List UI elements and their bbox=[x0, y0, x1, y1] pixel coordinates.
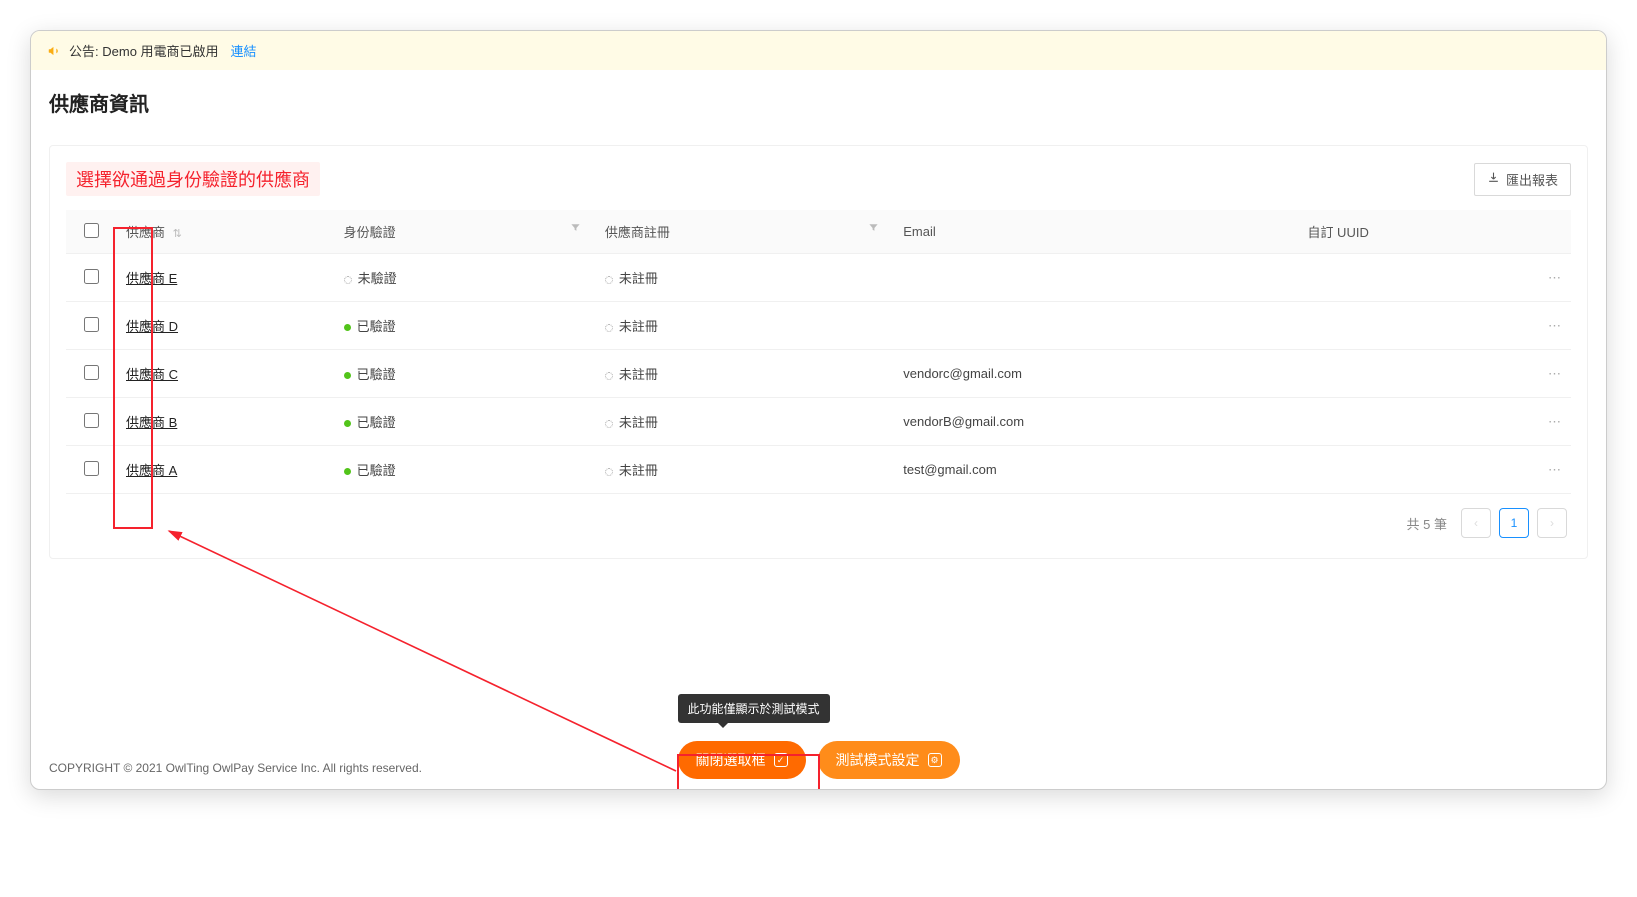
pagination-total: 共 5 筆 bbox=[1407, 514, 1447, 533]
export-report-button[interactable]: 匯出報表 bbox=[1474, 163, 1571, 196]
megaphone-icon bbox=[47, 44, 61, 58]
footer-buttons: 此功能僅顯示於測試模式 關閉選取框 ✓ 測試模式設定 ⚙ bbox=[678, 694, 960, 779]
identity-status: 已驗證 bbox=[344, 367, 396, 382]
selection-hint: 選擇欲通過身份驗證的供應商 bbox=[66, 162, 320, 196]
identity-status: 已驗證 bbox=[344, 319, 396, 334]
col-register[interactable]: 供應商註冊 bbox=[595, 210, 893, 254]
page-title: 供應商資訊 bbox=[49, 88, 1588, 117]
check-square-icon: ✓ bbox=[774, 753, 788, 767]
identity-status: 未驗證 bbox=[344, 271, 397, 286]
table-row: 供應商 C 已驗證 未註冊 vendorc@gmail.com ⋯ bbox=[66, 350, 1571, 398]
export-report-label: 匯出報表 bbox=[1506, 170, 1558, 189]
card-header: 選擇欲通過身份驗證的供應商 匯出報表 bbox=[66, 162, 1571, 196]
row-email: vendorc@gmail.com bbox=[893, 350, 1297, 398]
announcement-banner: 公告: Demo 用電商已啟用 連結 bbox=[31, 31, 1606, 70]
close-selection-label: 關閉選取框 bbox=[696, 750, 766, 770]
table-row: 供應商 D 已驗證 未註冊 ⋯ bbox=[66, 302, 1571, 350]
pagination: 共 5 筆 ‹ 1 › bbox=[66, 494, 1571, 542]
register-status: 未註冊 bbox=[605, 319, 658, 334]
row-uuid bbox=[1297, 254, 1531, 302]
pagination-prev[interactable]: ‹ bbox=[1461, 508, 1491, 538]
announcement-prefix: 公告: bbox=[69, 44, 99, 59]
row-checkbox[interactable] bbox=[84, 269, 99, 284]
row-uuid bbox=[1297, 398, 1531, 446]
row-actions[interactable]: ⋯ bbox=[1531, 254, 1571, 302]
row-uuid bbox=[1297, 302, 1531, 350]
filter-icon[interactable] bbox=[868, 222, 879, 236]
row-actions[interactable]: ⋯ bbox=[1531, 302, 1571, 350]
register-status: 未註冊 bbox=[605, 415, 658, 430]
col-identity[interactable]: 身份驗證 bbox=[334, 210, 595, 254]
row-actions[interactable]: ⋯ bbox=[1531, 398, 1571, 446]
test-mode-settings-button[interactable]: 測試模式設定 ⚙ bbox=[818, 741, 960, 779]
download-icon bbox=[1487, 171, 1500, 187]
test-mode-tooltip: 此功能僅顯示於測試模式 bbox=[678, 694, 830, 723]
vendor-link[interactable]: 供應商 E bbox=[126, 271, 177, 286]
row-email: test@gmail.com bbox=[893, 446, 1297, 494]
vendor-card: 選擇欲通過身份驗證的供應商 匯出報表 供應商 bbox=[49, 145, 1588, 559]
row-uuid bbox=[1297, 446, 1531, 494]
table-row: 供應商 A 已驗證 未註冊 test@gmail.com ⋯ bbox=[66, 446, 1571, 494]
register-status: 未註冊 bbox=[605, 367, 658, 382]
app-window: 公告: Demo 用電商已啟用 連結 供應商資訊 選擇欲通過身份驗證的供應商 匯… bbox=[30, 30, 1607, 790]
col-vendor[interactable]: 供應商 ⇅ bbox=[116, 210, 334, 254]
identity-status: 已驗證 bbox=[344, 463, 396, 478]
sort-icon: ⇅ bbox=[173, 228, 182, 240]
col-actions bbox=[1531, 210, 1571, 254]
vendor-link[interactable]: 供應商 C bbox=[126, 367, 178, 382]
row-checkbox[interactable] bbox=[84, 317, 99, 332]
copyright: COPYRIGHT © 2021 OwlTing OwlPay Service … bbox=[49, 761, 422, 775]
vendor-link[interactable]: 供應商 B bbox=[126, 415, 177, 430]
row-email bbox=[893, 254, 1297, 302]
pagination-next[interactable]: › bbox=[1537, 508, 1567, 538]
row-actions[interactable]: ⋯ bbox=[1531, 446, 1571, 494]
register-status: 未註冊 bbox=[605, 271, 658, 286]
filter-icon[interactable] bbox=[570, 222, 581, 236]
announcement-link[interactable]: 連結 bbox=[231, 41, 257, 60]
identity-status: 已驗證 bbox=[344, 415, 396, 430]
row-actions[interactable]: ⋯ bbox=[1531, 350, 1571, 398]
row-checkbox[interactable] bbox=[84, 413, 99, 428]
pagination-page-1[interactable]: 1 bbox=[1499, 508, 1529, 538]
col-checkbox bbox=[66, 210, 116, 254]
col-uuid[interactable]: 自訂 UUID bbox=[1297, 210, 1531, 254]
row-checkbox[interactable] bbox=[84, 461, 99, 476]
register-status: 未註冊 bbox=[605, 463, 658, 478]
vendor-table: 供應商 ⇅ 身份驗證 供應商註冊 bbox=[66, 210, 1571, 494]
vendor-link[interactable]: 供應商 A bbox=[126, 463, 177, 478]
select-all-checkbox[interactable] bbox=[84, 223, 99, 238]
test-mode-settings-label: 測試模式設定 bbox=[836, 750, 920, 770]
table-header-row: 供應商 ⇅ 身份驗證 供應商註冊 bbox=[66, 210, 1571, 254]
announcement-message: Demo 用電商已啟用 bbox=[102, 44, 218, 59]
row-uuid bbox=[1297, 350, 1531, 398]
table-row: 供應商 E 未驗證 未註冊 ⋯ bbox=[66, 254, 1571, 302]
row-checkbox[interactable] bbox=[84, 365, 99, 380]
col-email[interactable]: Email bbox=[893, 210, 1297, 254]
row-email: vendorB@gmail.com bbox=[893, 398, 1297, 446]
close-selection-button[interactable]: 關閉選取框 ✓ bbox=[678, 741, 806, 779]
settings-square-icon: ⚙ bbox=[928, 753, 942, 767]
row-email bbox=[893, 302, 1297, 350]
table-row: 供應商 B 已驗證 未註冊 vendorB@gmail.com ⋯ bbox=[66, 398, 1571, 446]
vendor-link[interactable]: 供應商 D bbox=[126, 319, 178, 334]
page-content: 供應商資訊 選擇欲通過身份驗證的供應商 匯出報表 bbox=[31, 70, 1606, 559]
